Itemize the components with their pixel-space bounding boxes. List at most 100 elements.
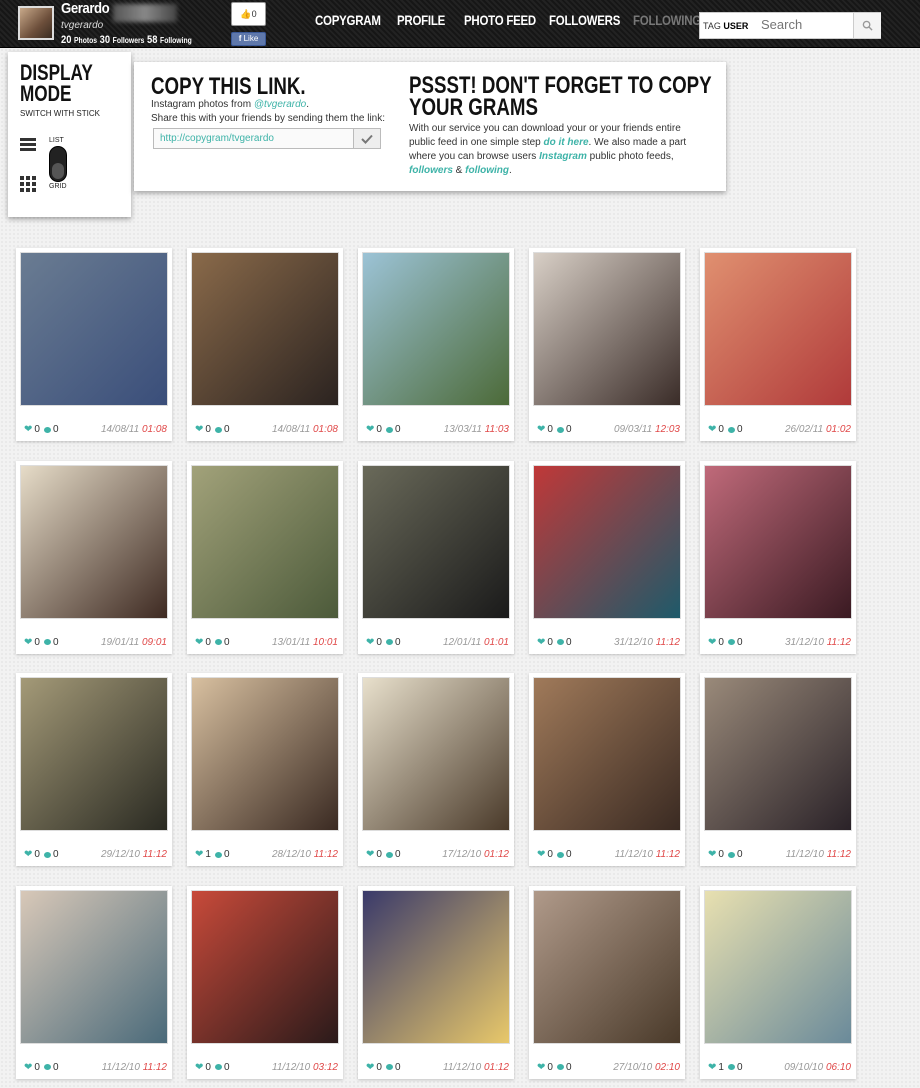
photo-thumbnail[interactable] xyxy=(191,252,339,406)
display-mode-switch[interactable] xyxy=(49,146,67,182)
photo-thumbnail[interactable] xyxy=(20,889,168,1044)
heart-icon[interactable]: ❤ xyxy=(195,637,203,648)
heart-icon[interactable]: ❤ xyxy=(366,1062,374,1073)
comment-icon[interactable] xyxy=(43,1064,51,1070)
photo-thumbnail[interactable] xyxy=(20,252,168,406)
copy-link-button[interactable] xyxy=(353,128,381,149)
photo-card[interactable]: ❤ 0 0 13/03/11 11:03 xyxy=(358,248,514,441)
heart-icon[interactable]: ❤ xyxy=(24,849,32,860)
heart-icon[interactable]: ❤ xyxy=(708,424,716,435)
photo-card[interactable]: ❤ 0 0 14/08/11 01:08 xyxy=(187,248,343,441)
photo-thumbnail[interactable] xyxy=(533,464,681,619)
photo-thumbnail[interactable] xyxy=(191,889,339,1044)
photo-thumbnail[interactable] xyxy=(704,464,852,619)
photo-thumbnail[interactable] xyxy=(362,252,510,406)
comment-icon[interactable] xyxy=(727,639,735,645)
photo-card[interactable]: ❤ 0 0 11/12/10 03:12 xyxy=(187,885,343,1079)
photo-card[interactable]: ❤ 1 0 09/10/10 06:10 xyxy=(700,885,856,1079)
heart-icon[interactable]: ❤ xyxy=(24,424,32,435)
comment-icon[interactable] xyxy=(43,851,51,858)
photo-thumbnail[interactable] xyxy=(362,464,510,619)
share-link-field[interactable] xyxy=(153,128,355,149)
tag-user-toggle[interactable]: TAG USER xyxy=(703,21,748,31)
heart-icon[interactable]: ❤ xyxy=(537,1062,545,1073)
photo-thumbnail[interactable] xyxy=(704,677,852,831)
heart-icon[interactable]: ❤ xyxy=(537,849,545,860)
grid-view-icon[interactable] xyxy=(20,176,36,192)
heart-icon[interactable]: ❤ xyxy=(195,1062,203,1073)
heart-icon[interactable]: ❤ xyxy=(366,637,374,648)
comment-icon[interactable] xyxy=(727,851,735,858)
comment-icon[interactable] xyxy=(385,639,393,645)
photo-card[interactable]: ❤ 0 0 09/03/11 12:03 xyxy=(529,248,685,441)
photo-card[interactable]: ❤ 0 0 17/12/10 01:12 xyxy=(358,673,514,866)
photo-thumbnail[interactable] xyxy=(704,889,852,1044)
photo-card[interactable]: ❤ 0 0 12/01/11 01:01 xyxy=(358,460,514,654)
photo-card[interactable]: ❤ 0 0 29/12/10 11:12 xyxy=(16,673,172,866)
switch-knob[interactable] xyxy=(52,163,64,179)
photo-card[interactable]: ❤ 1 0 28/12/10 11:12 xyxy=(187,673,343,866)
heart-icon[interactable]: ❤ xyxy=(24,1062,32,1073)
photo-card[interactable]: ❤ 0 0 13/01/11 10:01 xyxy=(187,460,343,654)
photo-card[interactable]: ❤ 0 0 11/12/10 11:12 xyxy=(529,673,685,866)
photo-thumbnail[interactable] xyxy=(362,677,510,831)
heart-icon[interactable]: ❤ xyxy=(366,424,374,435)
nav-copygram[interactable]: COPYGRAM xyxy=(315,12,381,28)
photo-thumbnail[interactable] xyxy=(20,677,168,831)
comment-icon[interactable] xyxy=(385,1064,393,1070)
nav-following[interactable]: FOLLOWING xyxy=(633,12,701,28)
photo-card[interactable]: ❤ 0 0 27/10/10 02:10 xyxy=(529,885,685,1079)
photo-thumbnail[interactable] xyxy=(20,464,168,619)
photo-thumbnail[interactable] xyxy=(533,889,681,1044)
like-button[interactable]: f Like xyxy=(231,32,266,46)
photo-card[interactable]: ❤ 0 0 11/12/10 11:12 xyxy=(16,885,172,1079)
list-view-icon[interactable] xyxy=(20,138,36,152)
heart-icon[interactable]: ❤ xyxy=(708,637,716,648)
toggle-tag[interactable]: TAG xyxy=(703,21,721,31)
toggle-user[interactable]: USER xyxy=(723,21,748,31)
comment-icon[interactable] xyxy=(214,426,222,433)
photo-card[interactable]: ❤ 0 0 31/12/10 11:12 xyxy=(529,460,685,654)
heart-icon[interactable]: ❤ xyxy=(195,424,203,435)
comment-icon[interactable] xyxy=(43,426,51,433)
heart-icon[interactable]: ❤ xyxy=(708,849,716,860)
photo-thumbnail[interactable] xyxy=(191,677,339,831)
photo-card[interactable]: ❤ 0 0 14/08/11 01:08 xyxy=(16,248,172,441)
comment-icon[interactable] xyxy=(385,426,393,433)
heart-icon[interactable]: ❤ xyxy=(366,849,374,860)
do-it-here-link[interactable]: do it here xyxy=(544,137,589,148)
photo-thumbnail[interactable] xyxy=(362,889,510,1044)
comment-icon[interactable] xyxy=(43,639,51,645)
user-link[interactable]: @tvgerardo xyxy=(254,99,306,110)
photo-thumbnail[interactable] xyxy=(533,677,681,831)
photo-card[interactable]: ❤ 0 0 31/12/10 11:12 xyxy=(700,460,856,654)
followers-link[interactable]: followers xyxy=(409,165,453,176)
comment-icon[interactable] xyxy=(214,639,222,645)
photo-card[interactable]: ❤ 0 0 19/01/11 09:01 xyxy=(16,460,172,654)
comment-icon[interactable] xyxy=(556,1064,564,1070)
search-button[interactable] xyxy=(853,13,881,38)
comment-icon[interactable] xyxy=(727,1064,735,1070)
heart-icon[interactable]: ❤ xyxy=(708,1062,716,1073)
nav-followers[interactable]: FOLLOWERS xyxy=(549,12,620,28)
heart-icon[interactable]: ❤ xyxy=(537,424,545,435)
search-input[interactable] xyxy=(761,17,851,32)
heart-icon[interactable]: ❤ xyxy=(195,849,203,860)
photo-card[interactable]: ❤ 0 0 26/02/11 01:02 xyxy=(700,248,856,441)
nav-photo-feed[interactable]: PHOTO FEED xyxy=(464,12,536,28)
following-link[interactable]: following xyxy=(465,165,509,176)
heart-icon[interactable]: ❤ xyxy=(24,637,32,648)
comment-icon[interactable] xyxy=(556,851,564,858)
photo-thumbnail[interactable] xyxy=(191,464,339,619)
comment-icon[interactable] xyxy=(214,851,222,858)
comment-icon[interactable] xyxy=(214,1064,222,1070)
user-name[interactable]: Gerardo xyxy=(61,0,110,17)
photo-thumbnail[interactable] xyxy=(704,252,852,406)
avatar[interactable] xyxy=(18,6,54,40)
nav-profile[interactable]: PROFILE xyxy=(397,12,445,28)
comment-icon[interactable] xyxy=(556,426,564,433)
comment-icon[interactable] xyxy=(556,639,564,645)
comment-icon[interactable] xyxy=(727,426,735,433)
heart-icon[interactable]: ❤ xyxy=(537,637,545,648)
photo-card[interactable]: ❤ 0 0 11/12/10 01:12 xyxy=(358,885,514,1079)
